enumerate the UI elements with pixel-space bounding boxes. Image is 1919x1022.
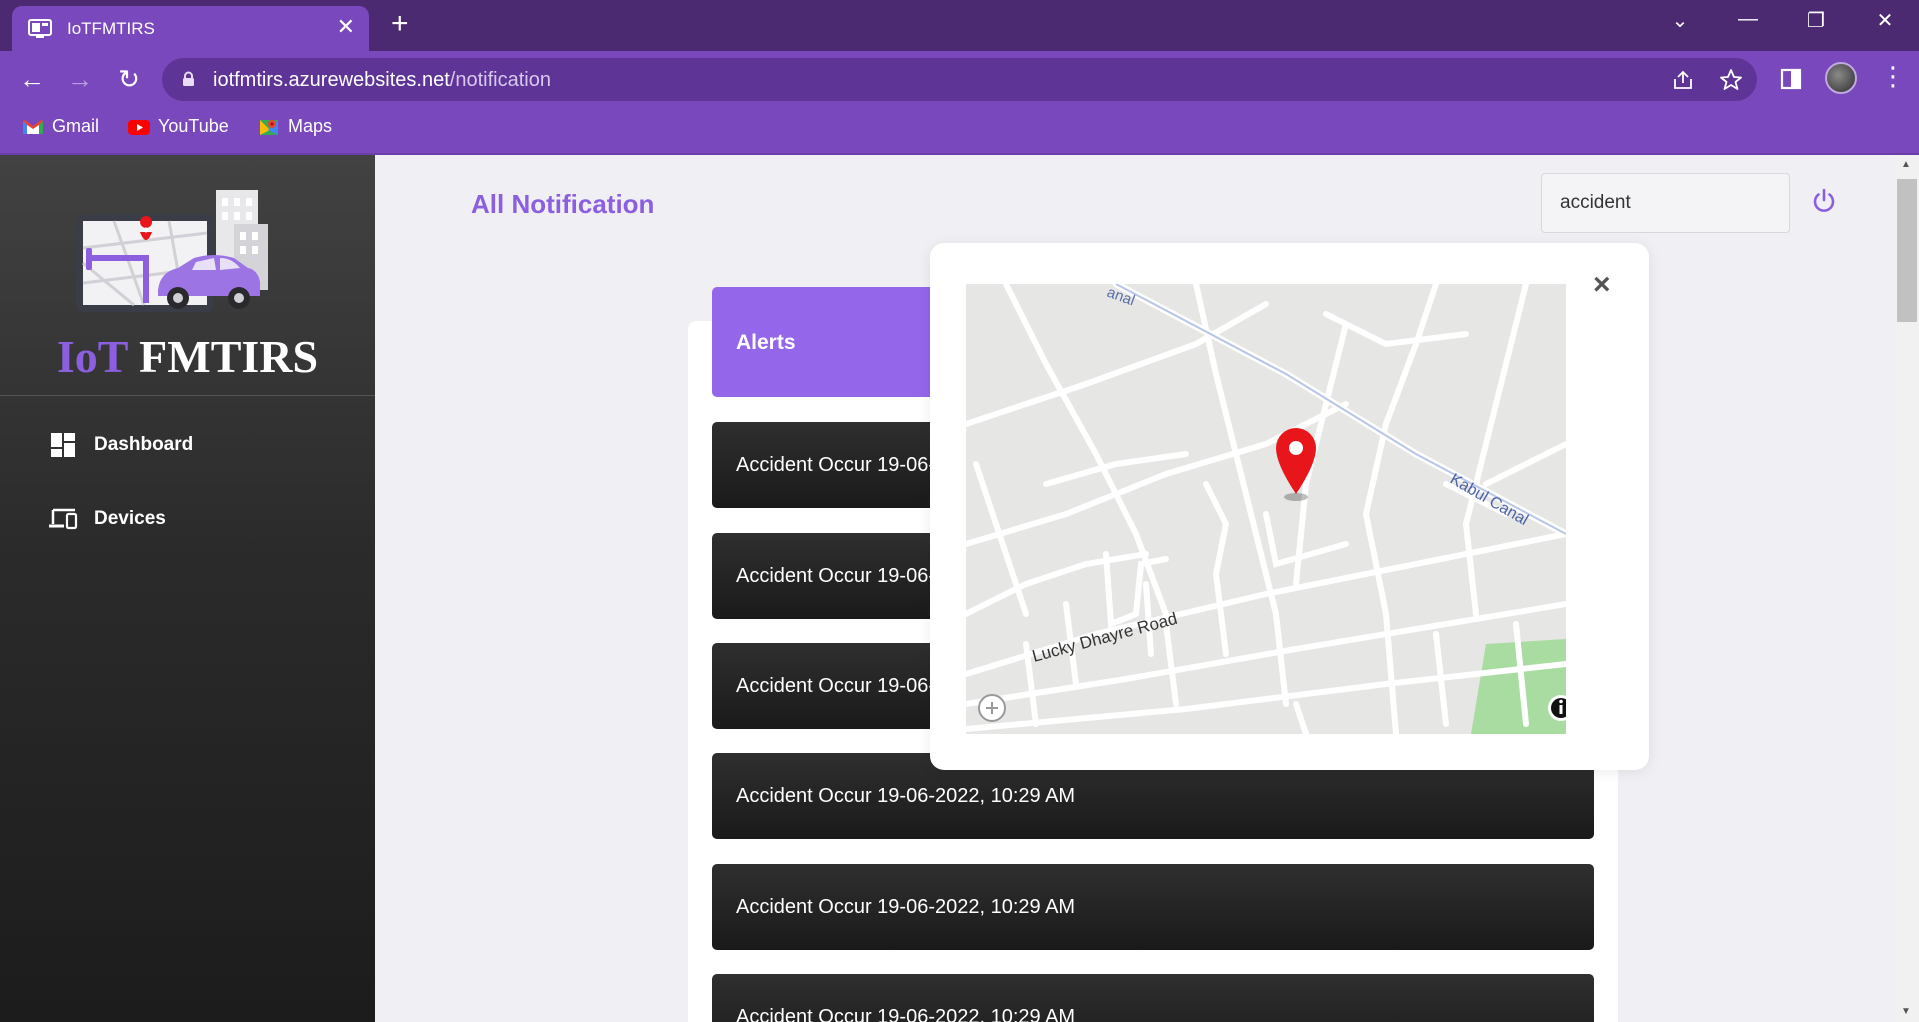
scroll-up-icon[interactable]: ▲ [1901, 159, 1911, 170]
restore-icon[interactable]: ❐ [1794, 8, 1838, 33]
url-text: iotfmtirs.azurewebsites.net/notification [213, 69, 551, 92]
bookmark-label: Gmail [52, 116, 100, 136]
location-map[interactable]: anal Kabul Canal Lucky Dhayre Road [966, 284, 1566, 734]
sidebar: IoT FMTIRS Dashboard Devices [0, 155, 375, 1022]
lock-icon [183, 71, 194, 86]
side-panel-icon[interactable] [1780, 68, 1802, 90]
sidebar-item-label: Dashboard [94, 434, 194, 455]
notification-text: Accident Occur 19-06-2022, 10:29 AM [736, 1006, 1076, 1022]
profile-avatar[interactable] [1825, 62, 1857, 94]
browser-tab-bar: IoTFMTIRS ✕ + ⌄ — ❐ ✕ [0, 0, 1919, 51]
map-modal: × anal Kabul Canal Lucky Dhayre Road [930, 243, 1649, 770]
map-feedback-icon[interactable] [978, 694, 1006, 722]
scroll-thumb[interactable] [1897, 179, 1917, 322]
page-scrollbar[interactable]: ▲ ▼ [1895, 155, 1919, 1022]
search-input[interactable] [1541, 173, 1790, 233]
tab-search-icon[interactable]: ⌄ [1658, 8, 1702, 33]
devices-icon [49, 508, 78, 530]
tab-title: IoTFMTIRS [67, 19, 155, 38]
modal-close-icon[interactable]: × [1593, 270, 1611, 300]
share-icon[interactable] [1672, 69, 1694, 91]
dashboard-icon [51, 433, 75, 457]
window-close-icon[interactable]: ✕ [1863, 8, 1907, 33]
brand-part-1: IoT [56, 331, 128, 382]
sidebar-item-label: Devices [94, 508, 166, 529]
menu-dots-icon[interactable]: ⋮ [1880, 63, 1906, 89]
bookmark-gmail[interactable]: Gmail [22, 116, 99, 137]
sidebar-divider [0, 395, 375, 396]
logo-illustration [76, 190, 268, 312]
notification-item[interactable]: Accident Occur 19-06-2022, 10:29 AM [712, 974, 1594, 1022]
site-favicon-icon [28, 19, 52, 38]
bookmark-star-icon[interactable] [1719, 68, 1743, 92]
page-title: All Notification [471, 189, 655, 219]
scroll-down-icon[interactable]: ▼ [1901, 1006, 1911, 1017]
power-icon[interactable] [1811, 188, 1837, 214]
forward-icon[interactable]: → [62, 65, 98, 93]
browser-tab[interactable]: IoTFMTIRS ✕ [12, 6, 369, 51]
sidebar-item-dashboard[interactable]: Dashboard [48, 432, 193, 458]
bookmark-label: YouTube [158, 116, 229, 136]
bookmark-maps[interactable]: Maps [258, 116, 332, 137]
map-canvas: anal Kabul Canal Lucky Dhayre Road [966, 284, 1566, 734]
alerts-title: Alerts [736, 331, 796, 354]
url-domain: iotfmtirs.azurewebsites.net [213, 69, 450, 91]
back-icon[interactable]: ← [14, 65, 50, 93]
bookmarks-bar: Gmail YouTube Maps [0, 109, 1919, 151]
bookmark-label: Maps [288, 116, 333, 136]
brand-logo: IoT FMTIRS [0, 330, 375, 383]
notification-text: Accident Occur 19-06-2022, 10:29 AM [736, 785, 1076, 807]
bookmark-youtube[interactable]: YouTube [128, 116, 229, 137]
new-tab-button[interactable]: + [391, 9, 409, 39]
notification-text: Accident Occur 19-06-2022, 10:29 AM [736, 896, 1076, 918]
tab-close-icon[interactable]: ✕ [337, 16, 355, 38]
marker-shadow [1284, 493, 1308, 501]
youtube-icon [128, 119, 150, 135]
url-path: /notification [449, 69, 551, 91]
maps-icon [260, 119, 278, 135]
sidebar-item-devices[interactable]: Devices [48, 506, 166, 532]
browser-toolbar: ← → ↻ iotfmtirs.azurewebsites.net/notifi… [0, 51, 1919, 154]
notification-item[interactable]: Accident Occur 19-06-2022, 10:29 AM [712, 864, 1594, 950]
address-bar[interactable]: iotfmtirs.azurewebsites.net/notification [162, 58, 1757, 101]
brand-part-2: FMTIRS [139, 331, 319, 382]
gmail-icon [23, 119, 43, 134]
minimize-icon[interactable]: — [1726, 8, 1770, 31]
reload-icon[interactable]: ↻ [111, 65, 147, 93]
